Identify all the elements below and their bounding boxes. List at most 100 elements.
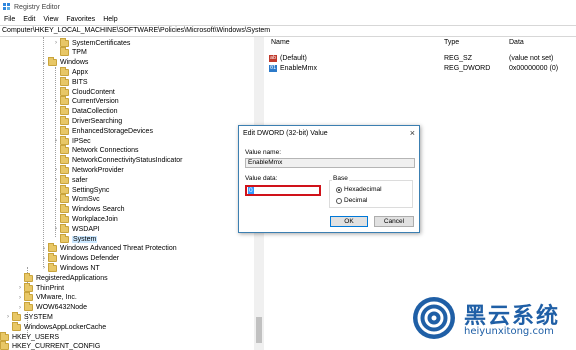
value-data-input[interactable]: 0 <box>245 185 321 196</box>
tree-item-label: IPSec <box>72 137 91 145</box>
folder-icon <box>60 194 69 204</box>
folder-icon <box>48 253 57 263</box>
tree-item-label: WindowsAppLockerCache <box>24 323 107 331</box>
tree-item-label: HKEY_USERS <box>12 333 60 341</box>
chevron-right-icon[interactable]: › <box>52 224 60 234</box>
tree-item-label: RegisteredApplications <box>36 274 108 282</box>
hexadecimal-radio[interactable]: Hexadecimal <box>336 186 382 193</box>
blank-expander <box>52 87 60 97</box>
chevron-right-icon[interactable]: › <box>52 97 60 107</box>
folder-icon <box>48 57 57 67</box>
tree-scrollbar-thumb[interactable] <box>256 317 262 343</box>
column-header-type[interactable]: Type <box>444 39 459 49</box>
ok-button[interactable]: OK <box>330 216 368 227</box>
tree-item[interactable]: TPM <box>52 47 87 58</box>
tree-item-label: WSDAPI <box>72 225 100 233</box>
tree-item[interactable]: ›HKEY_CURRENT_CONFIG <box>0 341 101 350</box>
tree-item[interactable]: ›HKEY_USERS <box>0 331 60 342</box>
menu-edit[interactable]: Edit <box>23 16 35 23</box>
title-bar: Registry Editor <box>0 0 576 14</box>
folder-icon <box>24 272 33 282</box>
edit-dword-dialog: Edit DWORD (32-bit) Value × Value name: … <box>238 125 420 233</box>
chevron-right-icon[interactable]: › <box>40 254 48 264</box>
tree-item[interactable]: › Windows Advanced Threat Protection <box>40 243 177 254</box>
menu-file[interactable]: File <box>4 16 15 23</box>
menu-view[interactable]: View <box>43 16 58 23</box>
tree-item-label: VMware, Inc. <box>36 294 77 302</box>
chevron-right-icon[interactable]: › <box>52 195 60 205</box>
chevron-down-icon[interactable]: ⌄ <box>40 58 48 68</box>
folder-icon <box>60 47 69 57</box>
tree-item-label: WOW6432Node <box>36 304 87 312</box>
tree-item[interactable]: System <box>52 233 98 244</box>
folder-icon <box>60 233 69 243</box>
tree-item-label: Windows NT <box>60 264 100 272</box>
tree-item-label: CloudContent <box>72 88 115 96</box>
menu-favorites[interactable]: Favorites <box>66 16 95 23</box>
tree-item[interactable]: NetworkConnectivityStatusIndicator <box>52 155 183 166</box>
chevron-right-icon[interactable]: › <box>52 38 60 48</box>
tree-item[interactable]: › Windows NT <box>40 262 100 273</box>
tree-item-label: Windows <box>60 59 89 67</box>
folder-icon <box>0 341 9 350</box>
tree-item[interactable]: Appx <box>52 66 88 77</box>
tree-item-label: Windows Advanced Threat Protection <box>60 245 177 253</box>
address-bar[interactable]: Computer\HKEY_LOCAL_MACHINE\SOFTWARE\Pol… <box>0 25 576 37</box>
tree-item[interactable]: › IPSec <box>52 135 91 146</box>
tree-item[interactable]: EnhancedStorageDevices <box>52 125 153 136</box>
chevron-right-icon[interactable]: › <box>52 136 60 146</box>
value-data-label: Value data: <box>245 175 278 182</box>
folder-icon <box>60 76 69 86</box>
chevron-right-icon[interactable]: › <box>52 165 60 175</box>
tree-item[interactable]: WindowsAppLockerCache <box>4 321 107 332</box>
column-header-name[interactable]: Name <box>271 39 290 49</box>
tree-item[interactable]: › safer <box>52 174 88 185</box>
cloud-logo-icon <box>413 297 455 339</box>
tree-item[interactable]: › WOW6432Node <box>16 302 87 313</box>
chevron-right-icon[interactable]: › <box>52 175 60 185</box>
string-value-icon: ab <box>269 54 277 62</box>
chevron-right-icon[interactable]: › <box>16 293 24 303</box>
blank-expander <box>52 116 60 126</box>
folder-icon <box>24 292 33 302</box>
base-groupbox: Base Hexadecimal Decimal <box>329 175 413 208</box>
watermark: 黑云系统 heiyunxitong.com <box>412 296 576 350</box>
tree-item[interactable]: BITS <box>52 76 88 87</box>
value-data: (value not set) <box>509 54 554 62</box>
cancel-button[interactable]: Cancel <box>374 216 414 227</box>
registry-editor-icon <box>3 3 10 10</box>
chevron-right-icon[interactable]: › <box>40 263 48 273</box>
tree-item-label: Windows Defender <box>60 255 120 263</box>
tree-item-label: SystemCertificates <box>72 39 131 47</box>
column-header-data[interactable]: Data <box>509 39 524 49</box>
blank-expander <box>16 273 24 283</box>
blank-expander <box>52 185 60 195</box>
dialog-title: Edit DWORD (32-bit) Value <box>243 130 328 137</box>
window-title: Registry Editor <box>14 3 60 11</box>
folder-icon <box>60 135 69 145</box>
radio-empty-icon <box>336 197 342 204</box>
folder-icon <box>48 243 57 253</box>
decimal-radio[interactable]: Decimal <box>336 197 367 204</box>
folder-icon <box>24 302 33 312</box>
tree-guide-line <box>43 37 44 267</box>
folder-icon <box>60 155 69 165</box>
tree-item-label: NetworkConnectivityStatusIndicator <box>72 157 183 165</box>
menu-help[interactable]: Help <box>103 16 117 23</box>
chevron-right-icon[interactable]: › <box>40 244 48 254</box>
base-label: Base <box>332 175 349 182</box>
value-row-default[interactable]: ab (Default) <box>269 53 307 63</box>
folder-icon <box>0 331 9 341</box>
folder-icon <box>60 223 69 233</box>
folder-icon <box>60 37 69 47</box>
chevron-right-icon[interactable]: › <box>4 312 12 322</box>
folder-icon <box>12 311 21 321</box>
value-row-enablemmx[interactable]: 01 EnableMmx <box>269 63 317 73</box>
close-icon[interactable]: × <box>410 128 415 138</box>
value-type: REG_DWORD <box>444 64 491 72</box>
tree-item-label: HKEY_CURRENT_CONFIG <box>12 343 101 350</box>
tree-item-label: NetworkProvider <box>72 166 124 174</box>
chevron-right-icon[interactable]: › <box>16 283 24 293</box>
folder-icon <box>48 262 57 272</box>
folder-icon <box>60 213 69 223</box>
